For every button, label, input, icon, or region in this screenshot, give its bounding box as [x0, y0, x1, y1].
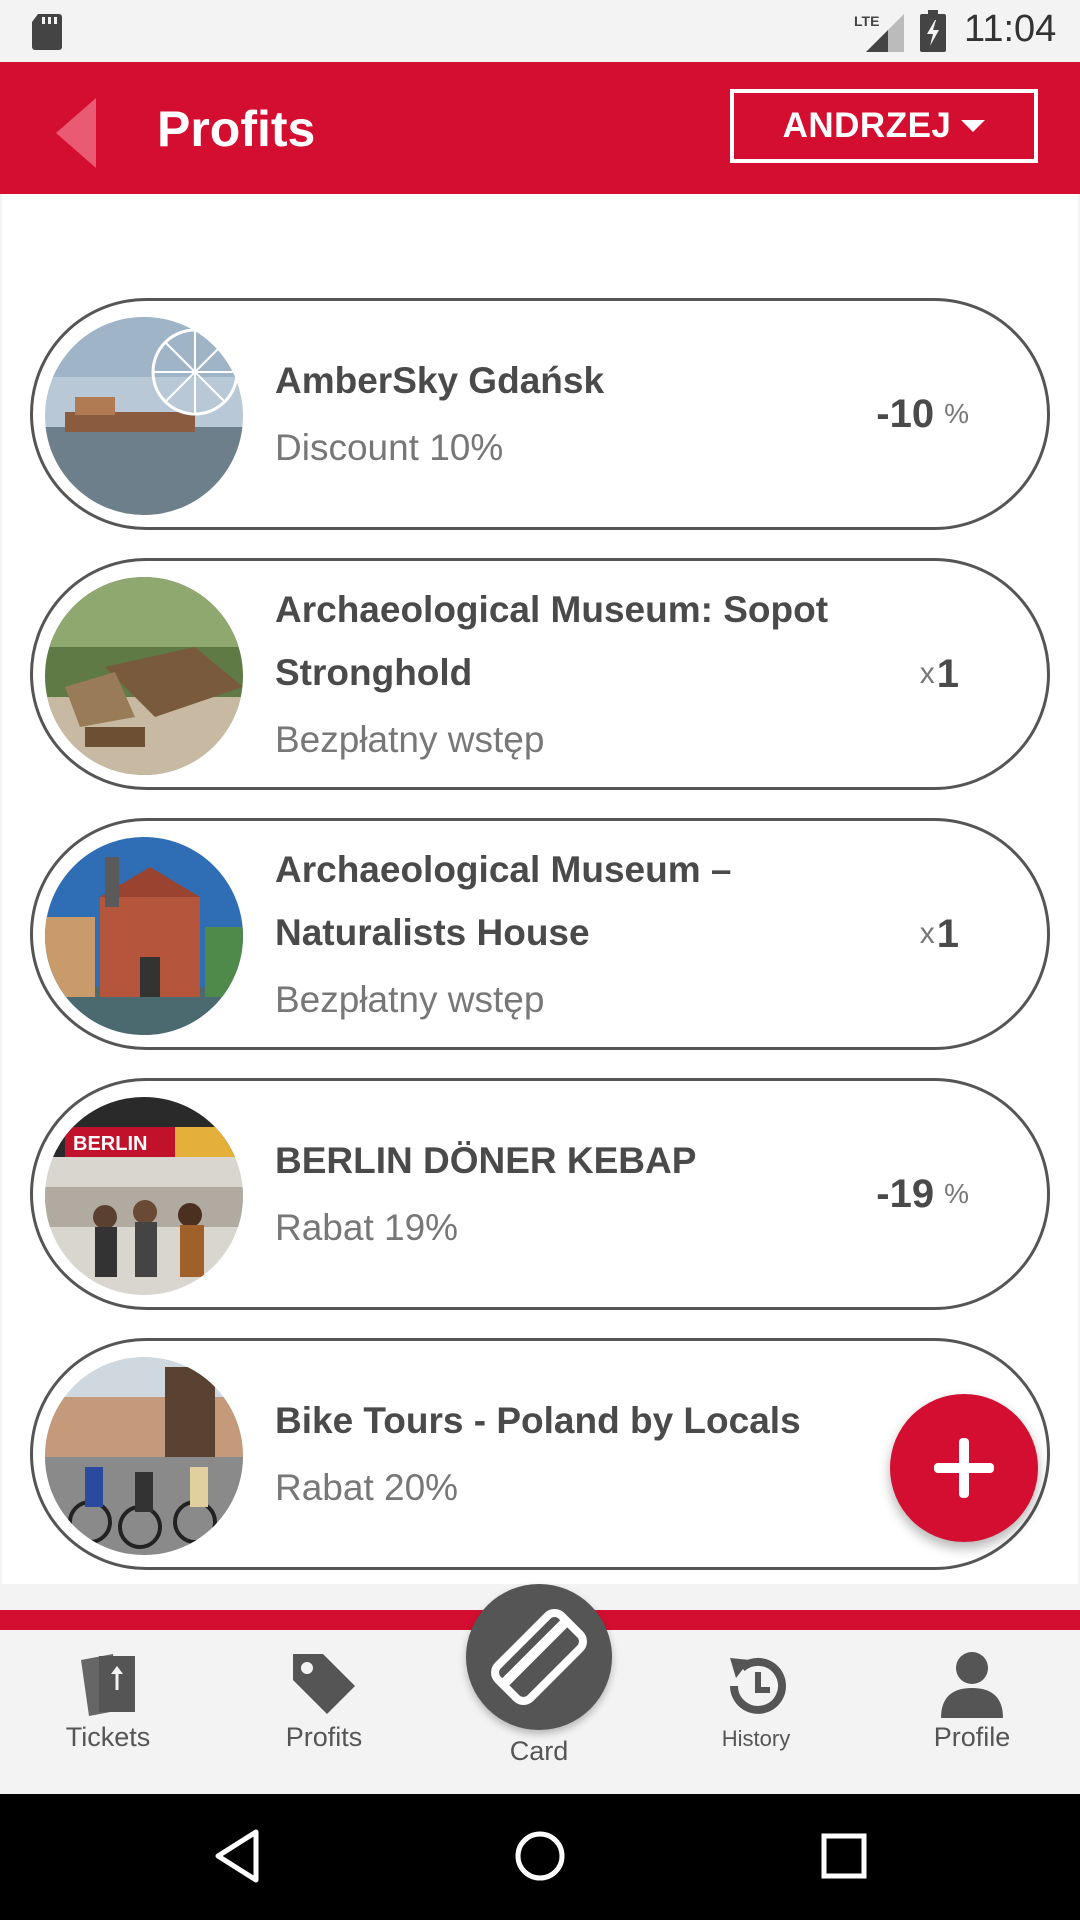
- page-title: Profits: [157, 101, 316, 157]
- badge-unit: %: [944, 1178, 969, 1209]
- plus-icon: [934, 1438, 994, 1498]
- sd-card-icon: [32, 14, 62, 50]
- item-title: Bike Tours - Poland by Locals: [275, 1400, 801, 1441]
- user-dropdown-label: ANDRZEJ: [782, 106, 952, 145]
- signal-icon: LTE: [854, 13, 904, 52]
- item-subtitle: Rabat 19%: [275, 1207, 459, 1248]
- place-thumbnail: [45, 1357, 243, 1555]
- place-thumbnail: BERLIN: [45, 1097, 243, 1295]
- system-home-icon[interactable]: [514, 1828, 566, 1884]
- history-icon: [730, 1657, 786, 1714]
- card-label: Card: [509, 1736, 569, 1766]
- badge-value: -10: [876, 391, 935, 436]
- nav-profits[interactable]: Profits: [216, 1630, 432, 1794]
- nav-history-label: History: [721, 1726, 791, 1751]
- system-back-icon[interactable]: [212, 1828, 262, 1884]
- network-label: LTE: [854, 13, 879, 29]
- system-nav-bar: [0, 1794, 1080, 1920]
- profits-list: AmberSky Gdańsk Discount 10% -10 % Archa…: [2, 194, 1078, 1584]
- tickets-icon: [81, 1654, 135, 1716]
- list-item[interactable]: AmberSky Gdańsk Discount 10% -10 %: [30, 298, 1050, 530]
- place-thumbnail: [45, 317, 243, 515]
- list-item[interactable]: BERLIN BERLIN DÖNER KEBAP Rabat 19% -19 …: [30, 1078, 1050, 1310]
- user-dropdown-button[interactable]: ANDRZEJ: [730, 89, 1038, 163]
- badge-value: 1: [936, 911, 959, 956]
- item-subtitle: Discount 10%: [275, 427, 504, 468]
- count-badge: x 1: [920, 561, 969, 787]
- discount-badge: -10 %: [874, 301, 969, 527]
- nav-profile[interactable]: Profile: [864, 1630, 1080, 1794]
- badge-value: 1: [936, 651, 959, 696]
- battery-icon: [920, 10, 946, 52]
- back-arrow-icon[interactable]: [56, 98, 102, 168]
- item-title: AmberSky Gdańsk: [275, 360, 605, 401]
- badge-unit: %: [944, 398, 969, 429]
- card-button[interactable]: [466, 1584, 612, 1730]
- count-badge: x 1: [920, 821, 969, 1047]
- discount-badge: -19 %: [874, 1081, 969, 1307]
- nav-tickets-label: Tickets: [65, 1722, 151, 1752]
- item-title: BERLIN DÖNER KEBAP: [275, 1140, 697, 1181]
- list-item[interactable]: Archaeological Museum: Sopot Stronghold …: [30, 558, 1050, 790]
- app-bar: Profits ANDRZEJ: [0, 62, 1080, 194]
- badge-value: -19: [876, 1171, 935, 1216]
- badge-prefix: x: [919, 657, 935, 690]
- nav-profile-label: Profile: [933, 1722, 1011, 1752]
- item-title: Archaeological Museum: Sopot Stronghold: [275, 588, 829, 693]
- item-subtitle: Rabat 20%: [275, 1467, 459, 1508]
- item-subtitle: Bezpłatny wstęp: [275, 718, 545, 760]
- badge-prefix: x: [919, 917, 935, 950]
- item-subtitle: Bezpłatny wstęp: [275, 978, 545, 1020]
- nav-tickets[interactable]: Tickets: [0, 1630, 216, 1794]
- clock: 11:04: [964, 8, 1057, 50]
- list-item[interactable]: Archaeological Museum – Naturalists Hous…: [30, 818, 1050, 1050]
- item-title: Archaeological Museum – Naturalists Hous…: [275, 848, 732, 953]
- add-button[interactable]: [890, 1394, 1038, 1542]
- system-recents-icon[interactable]: [820, 1828, 868, 1884]
- card-icon: [491, 1609, 587, 1705]
- place-thumbnail: [45, 837, 243, 1035]
- status-bar: LTE 11:04: [0, 0, 1080, 62]
- nav-history[interactable]: History: [648, 1630, 864, 1794]
- svg-text:BERLIN: BERLIN: [73, 1133, 147, 1155]
- chevron-down-icon: [961, 120, 986, 132]
- place-thumbnail: [45, 577, 243, 775]
- nav-profits-label: Profits: [285, 1722, 363, 1752]
- tag-icon: [293, 1654, 355, 1714]
- person-icon: [941, 1652, 1003, 1718]
